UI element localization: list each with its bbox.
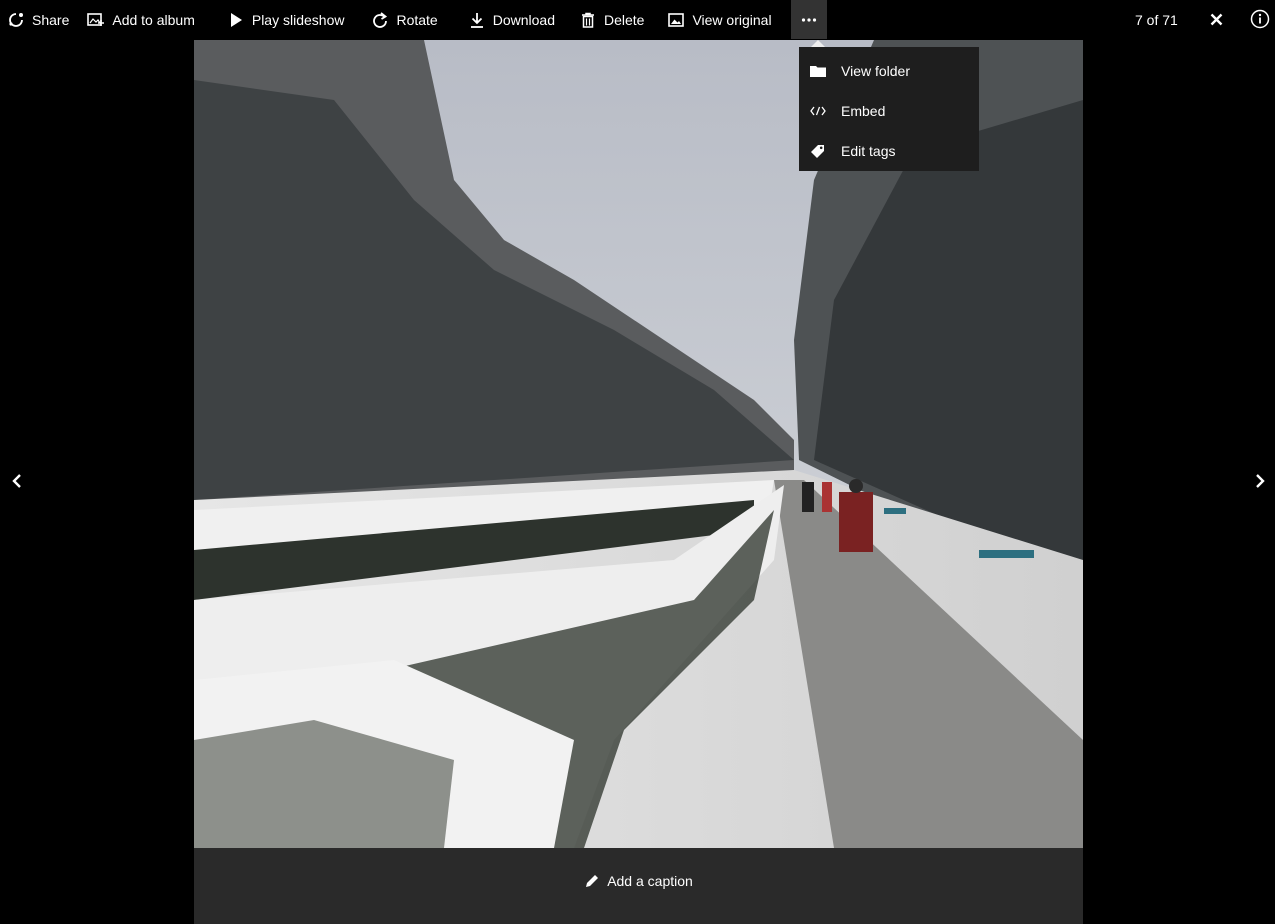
add-to-album-icon xyxy=(87,11,105,29)
download-button[interactable]: Download xyxy=(459,0,564,39)
close-icon xyxy=(1210,13,1223,26)
add-to-album-label: Add to album xyxy=(112,11,195,28)
info-button[interactable] xyxy=(1250,9,1270,29)
rotate-icon xyxy=(371,11,389,29)
add-caption-label: Add a caption xyxy=(607,873,693,889)
play-icon xyxy=(227,11,245,29)
play-slideshow-button[interactable]: Play slideshow xyxy=(218,0,354,39)
more-options-button[interactable] xyxy=(790,0,827,39)
menu-item-view-folder[interactable]: View folder xyxy=(799,51,979,91)
rotate-button[interactable]: Rotate xyxy=(362,0,446,39)
info-icon xyxy=(1250,9,1270,29)
embed-code-icon xyxy=(809,102,827,120)
menu-item-edit-tags[interactable]: Edit tags xyxy=(799,131,979,171)
more-icon xyxy=(801,17,817,22)
share-button[interactable]: Share xyxy=(0,0,78,39)
trash-icon xyxy=(579,11,597,29)
menu-item-label: Embed xyxy=(841,103,886,119)
tag-icon xyxy=(809,142,827,160)
next-photo-button[interactable] xyxy=(1250,471,1270,491)
add-to-album-button[interactable]: Add to album xyxy=(78,0,204,39)
caption-bar: Add a caption xyxy=(194,848,1083,924)
download-icon xyxy=(468,11,486,29)
view-original-button[interactable]: View original xyxy=(658,0,780,39)
close-button[interactable] xyxy=(1208,11,1225,28)
rotate-label: Rotate xyxy=(396,11,438,28)
folder-icon xyxy=(809,62,827,80)
menu-item-label: Edit tags xyxy=(841,143,896,159)
menu-item-label: View folder xyxy=(841,63,911,79)
top-toolbar: Share Add to album Play slideshow Rotate… xyxy=(0,0,1275,39)
share-icon xyxy=(7,11,25,29)
photo-counter: 7 of 71 xyxy=(1135,12,1178,28)
image-icon xyxy=(667,11,685,29)
share-label: Share xyxy=(32,11,70,28)
delete-button[interactable]: Delete xyxy=(570,0,653,39)
view-original-label: View original xyxy=(692,11,772,28)
add-caption-button[interactable]: Add a caption xyxy=(584,873,693,889)
download-label: Download xyxy=(492,11,555,28)
pencil-icon xyxy=(584,873,600,889)
menu-item-embed[interactable]: Embed xyxy=(799,91,979,131)
delete-label: Delete xyxy=(603,11,645,28)
more-options-menu: View folder Embed Edit tags xyxy=(799,47,979,171)
chevron-right-icon xyxy=(1256,474,1265,488)
menu-pointer xyxy=(811,40,825,47)
previous-photo-button[interactable] xyxy=(7,471,27,491)
play-slideshow-label: Play slideshow xyxy=(251,11,345,28)
chevron-left-icon xyxy=(12,474,21,488)
